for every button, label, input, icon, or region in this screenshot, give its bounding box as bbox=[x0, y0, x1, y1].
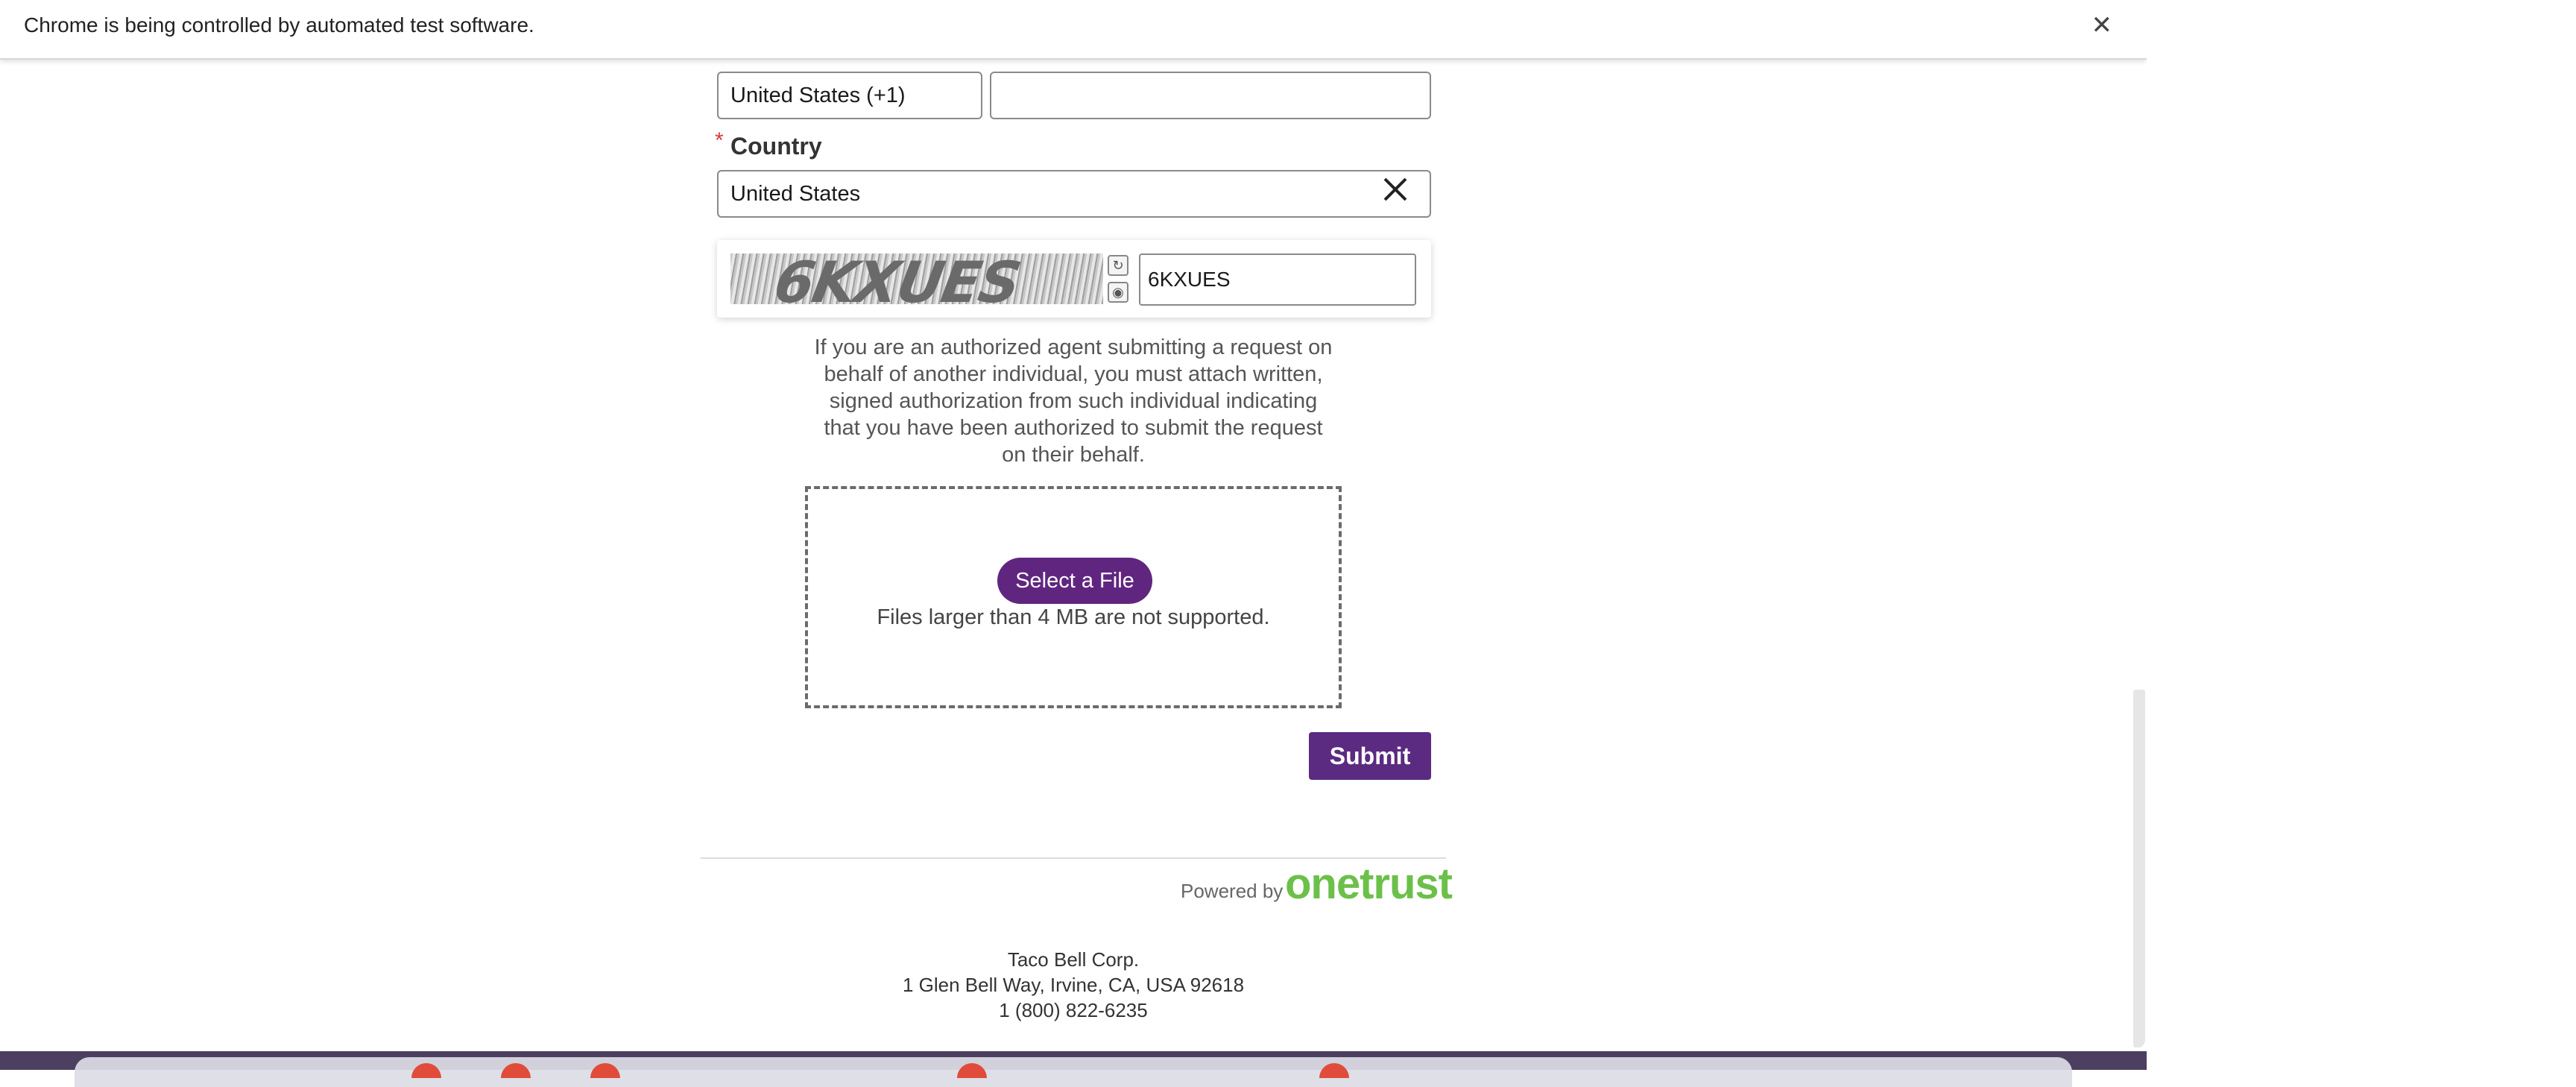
desktop-background bbox=[2147, 0, 2576, 1070]
close-icon[interactable]: ✕ bbox=[2092, 10, 2113, 40]
country-select[interactable]: United States bbox=[717, 170, 1431, 218]
phone-number-field[interactable] bbox=[990, 72, 1431, 119]
file-size-note: Files larger than 4 MB are not supported… bbox=[877, 605, 1270, 629]
close-icon[interactable] bbox=[1380, 174, 1410, 204]
company-name: Taco Bell Corp. bbox=[1007, 948, 1140, 971]
onetrust-logo[interactable]: onetrust bbox=[1285, 859, 1453, 909]
captcha-image-text: 6KXUES bbox=[769, 253, 1025, 304]
infobar-message: Chrome is being controlled by automated … bbox=[24, 13, 534, 37]
powered-by-text: Powered by bbox=[1181, 880, 1284, 902]
page-scrollbar[interactable] bbox=[2133, 690, 2145, 1047]
company-address: 1 Glen Bell Way, Irvine, CA, USA 92618 bbox=[902, 974, 1245, 996]
captcha-image: 6KXUES bbox=[730, 253, 1103, 304]
country-value: United States bbox=[730, 181, 861, 206]
captcha-input[interactable]: 6KXUES bbox=[1139, 253, 1416, 306]
captcha-widget: 6KXUES ↻ ◉ 6KXUES bbox=[717, 240, 1431, 318]
browser-window: Chrome is being controlled by automated … bbox=[0, 0, 2147, 1051]
audio-icon[interactable]: ◉ bbox=[1108, 282, 1128, 303]
phone-country-value: United States (+1) bbox=[730, 83, 906, 107]
required-marker: * bbox=[715, 128, 724, 153]
country-label: Country bbox=[730, 133, 822, 160]
refresh-icon[interactable]: ↻ bbox=[1108, 255, 1128, 276]
company-phone: 1 (800) 822-6235 bbox=[999, 999, 1148, 1021]
captcha-input-value: 6KXUES bbox=[1148, 268, 1231, 291]
select-file-button[interactable]: Select a File bbox=[997, 558, 1152, 604]
submit-button[interactable]: Submit bbox=[1309, 732, 1431, 780]
dock bbox=[75, 1057, 2072, 1087]
phone-country-select[interactable]: United States (+1) bbox=[717, 72, 982, 119]
authorized-agent-notice: If you are an authorized agent submittin… bbox=[814, 335, 1333, 467]
automation-infobar: Chrome is being controlled by automated … bbox=[0, 0, 2147, 60]
